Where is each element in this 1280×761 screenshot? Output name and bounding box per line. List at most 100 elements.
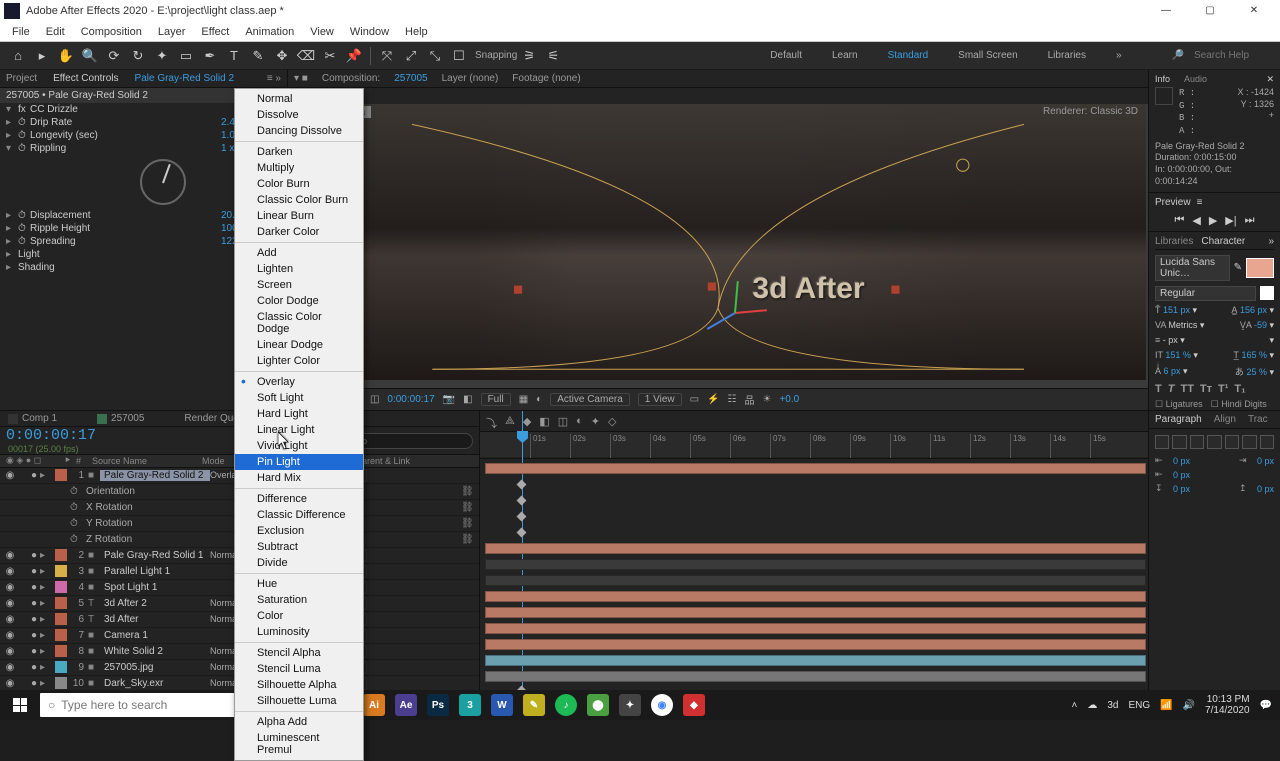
align-right-button[interactable] (1190, 435, 1204, 449)
app-generic1[interactable]: ✦ (615, 690, 645, 720)
close-panel-icon[interactable]: ✕ (1266, 74, 1274, 85)
col-source-name[interactable]: Source Name (92, 456, 202, 466)
tab-main-comp[interactable]: 257005 (111, 413, 144, 424)
blend-item-linear-light[interactable]: Linear Light (235, 422, 363, 438)
clone-tool-icon[interactable]: ✥ (272, 46, 292, 66)
taskbar-search[interactable]: ○ Type here to search (40, 693, 260, 717)
play-icon[interactable]: ▶ (1209, 214, 1217, 227)
exposure-reset-icon[interactable]: ☀ (763, 394, 772, 405)
tab-layer[interactable]: Layer (none) (442, 73, 499, 84)
bold-button[interactable]: T (1155, 383, 1162, 395)
next-frame-icon[interactable]: ▶| (1225, 214, 1236, 227)
font-dropdown[interactable]: Lucida Sans Unic… (1155, 255, 1230, 281)
roto-tool-icon[interactable]: ✂ (320, 46, 340, 66)
blend-item-divide[interactable]: Divide (235, 555, 363, 571)
blend-item-saturation[interactable]: Saturation (235, 592, 363, 608)
justify-all-button[interactable] (1260, 435, 1274, 449)
align-left-button[interactable] (1155, 435, 1169, 449)
blend-item-difference[interactable]: Difference (235, 491, 363, 507)
effect-target-layer[interactable]: Pale Gray-Red Solid 2 (135, 73, 235, 84)
prop-spreading[interactable]: Spreading (30, 236, 221, 247)
last-frame-icon[interactable]: ⏭ (1245, 214, 1255, 227)
tray-notifications-icon[interactable]: 💬 (1260, 700, 1272, 711)
menu-window[interactable]: Window (342, 26, 397, 38)
blend-item-darker-color[interactable]: Darker Color (235, 224, 363, 240)
blend-item-silhouette-luma[interactable]: Silhouette Luma (235, 693, 363, 709)
prop-longevity[interactable]: Longevity (sec) (30, 130, 221, 141)
menu-layer[interactable]: Layer (150, 26, 194, 38)
blend-item-hard-mix[interactable]: Hard Mix (235, 470, 363, 486)
align-center-button[interactable] (1172, 435, 1186, 449)
tray-cloud-icon[interactable]: ☁ (1087, 700, 1097, 711)
stroke-swatch[interactable] (1260, 286, 1274, 300)
space-after[interactable]: 0 px (1257, 484, 1274, 494)
space-before[interactable]: 0 px (1173, 484, 1190, 494)
frame-blend2-icon[interactable]: ◫ (558, 415, 568, 431)
pixel-aspect-icon[interactable]: ▭ (690, 394, 699, 405)
start-button[interactable] (2, 690, 38, 720)
shy-icon[interactable]: ⤵ (486, 415, 497, 431)
current-time[interactable]: 0:00:00:17 (6, 427, 96, 444)
panel-menu-icon[interactable]: ≡ » (267, 73, 281, 84)
tab-composition-name[interactable]: 257005 (394, 73, 427, 84)
tracking[interactable]: -59 (1254, 320, 1267, 330)
blend-item-color-dodge[interactable]: Color Dodge (235, 293, 363, 309)
stroke-over-fill[interactable]: ▾ (1269, 335, 1274, 346)
tray-lang[interactable]: ENG (1128, 700, 1150, 711)
font-size[interactable]: 151 px (1163, 305, 1190, 315)
ws-standard[interactable]: Standard (882, 48, 935, 63)
zoom-tool-icon[interactable]: 🔍 (80, 46, 100, 66)
blend-item-color-burn[interactable]: Color Burn (235, 176, 363, 192)
ws-more-icon[interactable]: » (1110, 48, 1128, 63)
app-3dsmax[interactable]: 3 (455, 690, 485, 720)
tray-wifi-icon[interactable]: 📶 (1160, 700, 1172, 711)
smallcaps-button[interactable]: Tᴛ (1200, 383, 1212, 395)
blend-item-soft-light[interactable]: Soft Light (235, 390, 363, 406)
preview-label[interactable]: Preview (1155, 197, 1191, 208)
pen-tool-icon[interactable]: ✒ (200, 46, 220, 66)
menu-file[interactable]: File (4, 26, 38, 38)
first-frame-icon[interactable]: ⏮ (1174, 214, 1184, 227)
blend-item-classic-color-burn[interactable]: Classic Color Burn (235, 192, 363, 208)
ws-smallscreen[interactable]: Small Screen (952, 48, 1023, 63)
eyedropper-icon[interactable]: ✎ (1234, 262, 1242, 273)
resolution-dropdown[interactable]: Full (481, 393, 511, 406)
mask-icon[interactable]: ◐ (536, 394, 542, 405)
layer-icon[interactable]: ◫ (370, 394, 379, 405)
italic-button[interactable]: T (1168, 383, 1175, 395)
world-axis-icon[interactable]: ⤢ (401, 46, 421, 66)
tab-project[interactable]: Project (6, 73, 37, 84)
blend-item-overlay[interactable]: Overlay (235, 374, 363, 390)
app-spotify[interactable]: ♪ (551, 690, 581, 720)
blend-item-dissolve[interactable]: Dissolve (235, 107, 363, 123)
ligatures-checkbox[interactable]: ☐ Ligatures (1155, 399, 1203, 410)
brush-tool-icon[interactable]: ✎ (248, 46, 268, 66)
ws-learn[interactable]: Learn (826, 48, 864, 63)
blend-item-hard-light[interactable]: Hard Light (235, 406, 363, 422)
blend-item-linear-burn[interactable]: Linear Burn (235, 208, 363, 224)
draft3d-icon[interactable]: ◧ (539, 415, 549, 431)
text-tool-icon[interactable]: T (224, 46, 244, 66)
timeline-tracks[interactable]: ⤵ ⟁ ◆ ◧ ◫ ◐ ✦ ◇ 01s02s03s04s05s06s07s08s… (480, 411, 1148, 710)
blend-item-pin-light[interactable]: Pin Light (235, 454, 363, 470)
superscript-button[interactable]: T¹ (1218, 383, 1228, 395)
blend-item-multiply[interactable]: Multiply (235, 160, 363, 176)
ws-libraries[interactable]: Libraries (1042, 48, 1092, 63)
graph-editor-icon[interactable]: ⟁ (505, 415, 515, 431)
tray-volume-icon[interactable]: 🔊 (1183, 700, 1195, 711)
comp-dropdown-icon[interactable]: ▾ ■ (294, 73, 308, 84)
prop-ripple-height[interactable]: Ripple Height (30, 223, 221, 234)
panel-menu-icon[interactable]: ≡ (1197, 197, 1203, 208)
selection-tool-icon[interactable]: ▸ (32, 46, 52, 66)
tab-character[interactable]: Character (1201, 236, 1245, 247)
blend-item-subtract[interactable]: Subtract (235, 539, 363, 555)
tab-comp1[interactable]: Comp 1 (22, 413, 57, 424)
angle-dial[interactable] (140, 159, 186, 205)
channels-icon[interactable]: ◧ (463, 394, 472, 405)
blend-item-vivid-light[interactable]: Vivid Light (235, 438, 363, 454)
comp-breadcrumb[interactable]: 257005 (288, 88, 1148, 104)
prev-frame-icon[interactable]: ◀ (1192, 214, 1200, 227)
blend-item-color[interactable]: Color (235, 608, 363, 624)
prop-drip-rate[interactable]: Drip Rate (30, 117, 221, 128)
maximize-button[interactable]: ▢ (1188, 0, 1232, 22)
